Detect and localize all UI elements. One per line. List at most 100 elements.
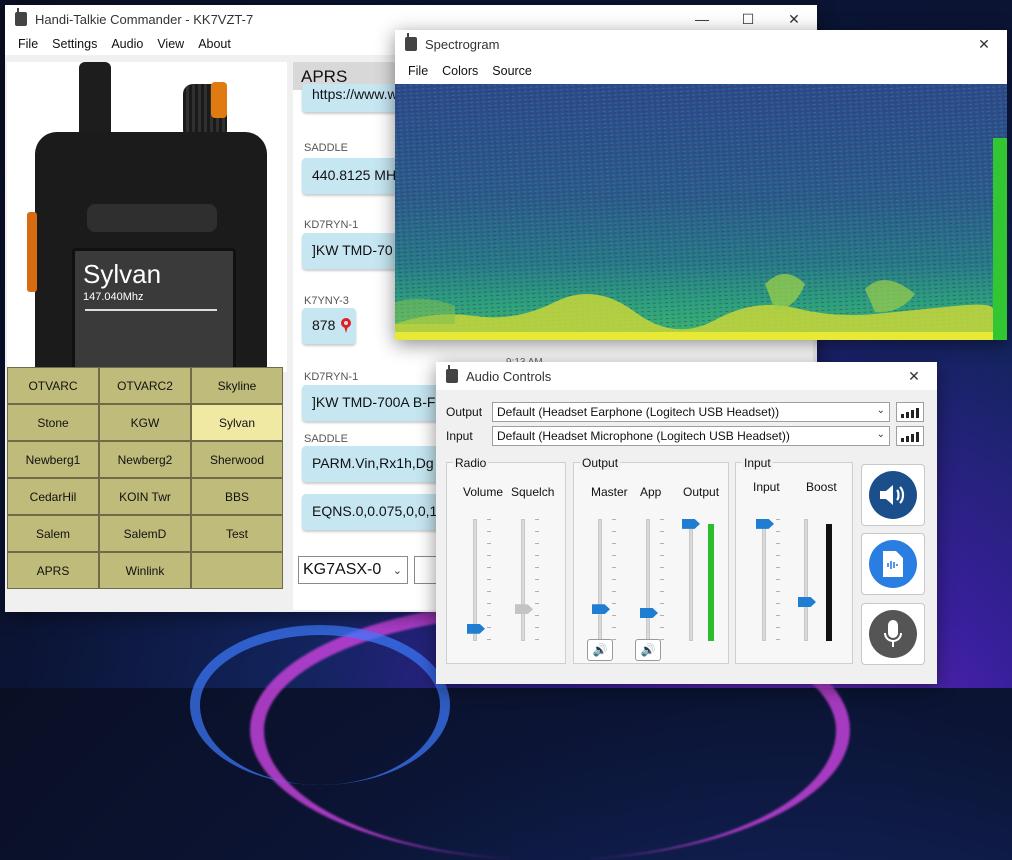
maximize-icon[interactable]: ☐ [725, 5, 771, 33]
output-slider-track[interactable] [689, 519, 693, 641]
menu-file[interactable]: File [401, 64, 435, 78]
app-radio-icon [405, 33, 417, 51]
input-group-title: Input [742, 456, 773, 470]
master-slider-track[interactable] [598, 519, 602, 641]
squelch-slider-thumb[interactable] [515, 604, 533, 615]
master-label: Master [591, 485, 628, 499]
volume-slider-thumb[interactable] [467, 623, 485, 634]
output-level-label: Output [683, 485, 720, 499]
aprs-message-bubble[interactable]: 440.8125 MH [302, 158, 402, 194]
aprs-message-bubble[interactable]: PARM.Vin,Rx1h,Dg [302, 446, 442, 482]
close-icon[interactable]: ✕ [771, 5, 817, 33]
channel-button[interactable]: Skyline [191, 367, 283, 404]
boost-slider-track[interactable] [804, 519, 808, 641]
close-icon[interactable]: ✕ [961, 30, 1007, 58]
channel-button[interactable]: Sylvan [191, 404, 283, 441]
spectrogram-titlebar[interactable]: Spectrogram ✕ [395, 30, 1007, 58]
microphone-button[interactable] [861, 603, 925, 665]
channel-button[interactable]: APRS [7, 552, 99, 589]
input-device-label: Input [446, 429, 473, 443]
menu-colors[interactable]: Colors [435, 64, 485, 78]
channel-button[interactable]: SalemD [99, 515, 191, 552]
channel-button[interactable]: Salem [7, 515, 99, 552]
channel-button[interactable]: Sherwood [191, 441, 283, 478]
aprs-message-bubble[interactable]: ]KW TMD-70 [302, 233, 402, 269]
channel-button[interactable]: CedarHil [7, 478, 99, 515]
menu-file[interactable]: File [11, 37, 45, 51]
channel-button[interactable]: BBS [191, 478, 283, 515]
close-icon[interactable]: ✕ [891, 362, 937, 390]
output-device-label: Output [446, 405, 483, 419]
channel-button[interactable]: KOIN Twr [99, 478, 191, 515]
app-slider-track[interactable] [646, 519, 650, 641]
radio-channel-name: Sylvan [83, 259, 162, 289]
audio-file-button[interactable] [861, 533, 925, 595]
output-device-row: Output Default (Headset Earphone (Logite… [446, 402, 924, 422]
channel-grid: OTVARC OTVARC2 Skyline Stone KGW Sylvan Newber… [7, 367, 283, 589]
output-device-select[interactable]: Default (Headset Earphone (Logitech USB … [492, 402, 890, 422]
channel-button[interactable]: Winlink [99, 552, 191, 589]
aprs-message-bubble[interactable]: ]KW TMD-700A B-F [302, 385, 442, 421]
channel-button[interactable]: Newberg1 [7, 441, 99, 478]
input-device-row: Input Default (Headset Microphone (Logit… [446, 426, 924, 446]
channel-button[interactable]: OTVARC2 [99, 367, 191, 404]
menu-settings[interactable]: Settings [45, 37, 104, 51]
radio-knob-accent [211, 82, 227, 118]
channel-button[interactable]: Test [191, 515, 283, 552]
speaker-button[interactable] [861, 464, 925, 526]
aprs-message-sender: KD7RYN-1 [304, 371, 359, 383]
output-device-value: Default (Headset Earphone (Logitech USB … [497, 405, 780, 419]
radio-antenna [79, 62, 111, 142]
callsign-select[interactable]: KG7ASX-0 ⌄ [298, 556, 408, 584]
radio-frequency: 147.040Mhz [83, 291, 144, 303]
input-group: Input Input Boost [735, 456, 853, 664]
menu-source[interactable]: Source [485, 64, 539, 78]
aprs-message-bubble[interactable]: https://www.w [302, 84, 402, 112]
input-device-value: Default (Headset Microphone (Logitech US… [497, 429, 790, 443]
input-slider-thumb[interactable] [756, 518, 774, 529]
audio-file-icon [869, 540, 917, 588]
app-label: App [640, 485, 662, 499]
input-slider-track[interactable] [762, 519, 766, 641]
output-level-button[interactable] [896, 402, 924, 422]
squelch-slider-track[interactable] [521, 519, 525, 641]
input-ticks [776, 519, 780, 641]
main-window-title: Handi-Talkie Commander - KK7VZT-7 [35, 11, 254, 27]
audio-titlebar[interactable]: Audio Controls ✕ [436, 362, 937, 390]
channel-button[interactable]: Stone [7, 404, 99, 441]
map-pin-icon[interactable] [340, 318, 352, 334]
input-level-label: Input [753, 480, 780, 494]
microphone-icon [869, 610, 917, 658]
master-ticks [612, 519, 616, 641]
input-device-select[interactable]: Default (Headset Microphone (Logitech US… [492, 426, 890, 446]
boost-slider-thumb[interactable] [798, 596, 816, 607]
output-level-meter [708, 523, 714, 641]
aprs-position-message[interactable]: 878 [302, 308, 356, 344]
app-mute-button[interactable]: 🔊 [635, 639, 661, 661]
channel-button[interactable] [191, 552, 283, 589]
squelch-ticks [535, 519, 539, 641]
chevron-down-icon: ⌄ [876, 429, 885, 440]
app-radio-icon [446, 365, 458, 383]
menu-audio[interactable]: Audio [104, 37, 150, 51]
channel-button[interactable]: KGW [99, 404, 191, 441]
input-level-button[interactable] [896, 426, 924, 446]
channel-button[interactable]: OTVARC [7, 367, 99, 404]
aprs-message-bubble[interactable]: EQNS.0,0.075,0,0,1 [302, 494, 442, 530]
volume-label: Volume [463, 485, 504, 499]
radio-group-title: Radio [453, 456, 489, 470]
channel-button[interactable]: Newberg2 [99, 441, 191, 478]
minimize-icon[interactable]: — [679, 5, 725, 33]
master-slider-thumb[interactable] [592, 604, 610, 615]
output-group: Output Master App Output 🔊 🔊 [573, 456, 729, 664]
squelch-label: Squelch [511, 485, 555, 499]
menu-view[interactable]: View [150, 37, 191, 51]
spectrogram-level-bar [993, 138, 1007, 340]
app-slider-thumb[interactable] [640, 607, 658, 618]
output-slider-thumb[interactable] [682, 518, 700, 529]
menu-about[interactable]: About [191, 37, 238, 51]
main-titlebar[interactable]: Handi-Talkie Commander - KK7VZT-7 — ☐ ✕ [5, 5, 817, 33]
audio-window-title: Audio Controls [466, 368, 552, 384]
volume-slider-track[interactable] [473, 519, 477, 641]
master-mute-button[interactable]: 🔊 [587, 639, 613, 661]
